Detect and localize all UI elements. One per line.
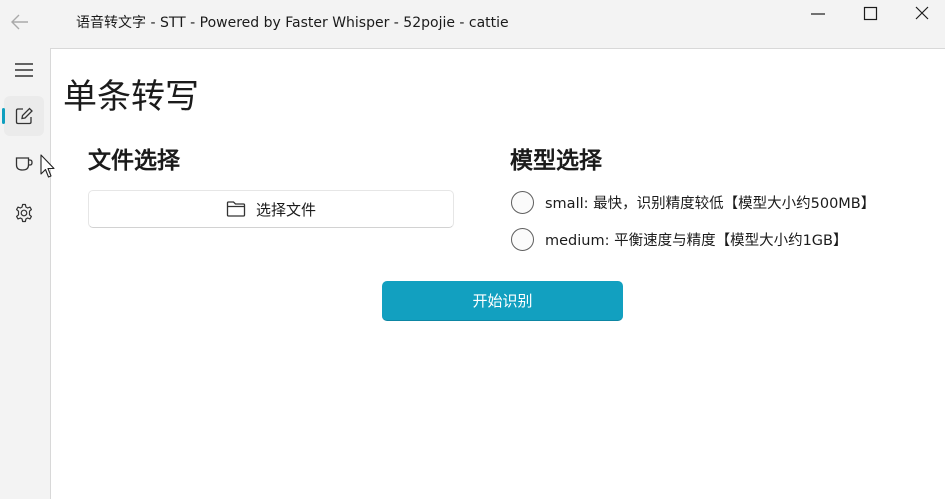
start-recognition-button[interactable]: 开始识别 (382, 281, 623, 321)
folder-icon (226, 201, 246, 217)
edit-icon (15, 107, 33, 125)
title-bar: 语音转文字 - STT - Powered by Faster Whisper … (0, 0, 945, 48)
selection-indicator (2, 108, 5, 124)
cup-icon (15, 157, 33, 171)
nav-item-single-transcribe[interactable] (2, 96, 44, 136)
back-arrow-icon (11, 14, 28, 30)
nav-item-settings[interactable] (4, 193, 44, 233)
back-button[interactable] (6, 8, 34, 36)
select-file-label: 选择文件 (255, 200, 316, 219)
close-button[interactable] (899, 0, 945, 30)
model-section-title: 模型选择 (510, 148, 602, 174)
select-file-button[interactable]: 选择文件 (88, 190, 454, 228)
model-option-small[interactable]: small: 最快，识别精度较低【模型大小约500MB】 (511, 191, 875, 214)
model-option-label: small: 最快，识别精度较低【模型大小约500MB】 (545, 196, 876, 212)
window-title: 语音转文字 - STT - Powered by Faster Whisper … (76, 15, 509, 31)
model-option-medium[interactable]: medium: 平衡速度与精度【模型大小约1GB】 (511, 228, 848, 251)
menu-icon (15, 63, 33, 77)
maximize-icon (863, 6, 878, 21)
radio-button[interactable] (511, 191, 534, 214)
settings-icon (16, 203, 32, 223)
maximize-button[interactable] (848, 0, 894, 30)
mouse-cursor-icon (40, 154, 55, 178)
page-title: 单条转写 (63, 77, 199, 117)
close-icon (915, 6, 929, 20)
model-option-label: medium: 平衡速度与精度【模型大小约1GB】 (545, 233, 848, 249)
content-panel: 单条转写 文件选择 选择文件 模型选择 small: 最快，识别精度较低【模型大… (50, 48, 945, 499)
minimize-icon (811, 13, 825, 15)
file-section-title: 文件选择 (88, 148, 180, 174)
minimize-button[interactable] (795, 0, 841, 30)
nav-menu-toggle[interactable] (4, 50, 44, 90)
nav-item-batch[interactable] (4, 144, 44, 184)
radio-button[interactable] (511, 228, 534, 251)
navigation-rail (0, 48, 50, 499)
